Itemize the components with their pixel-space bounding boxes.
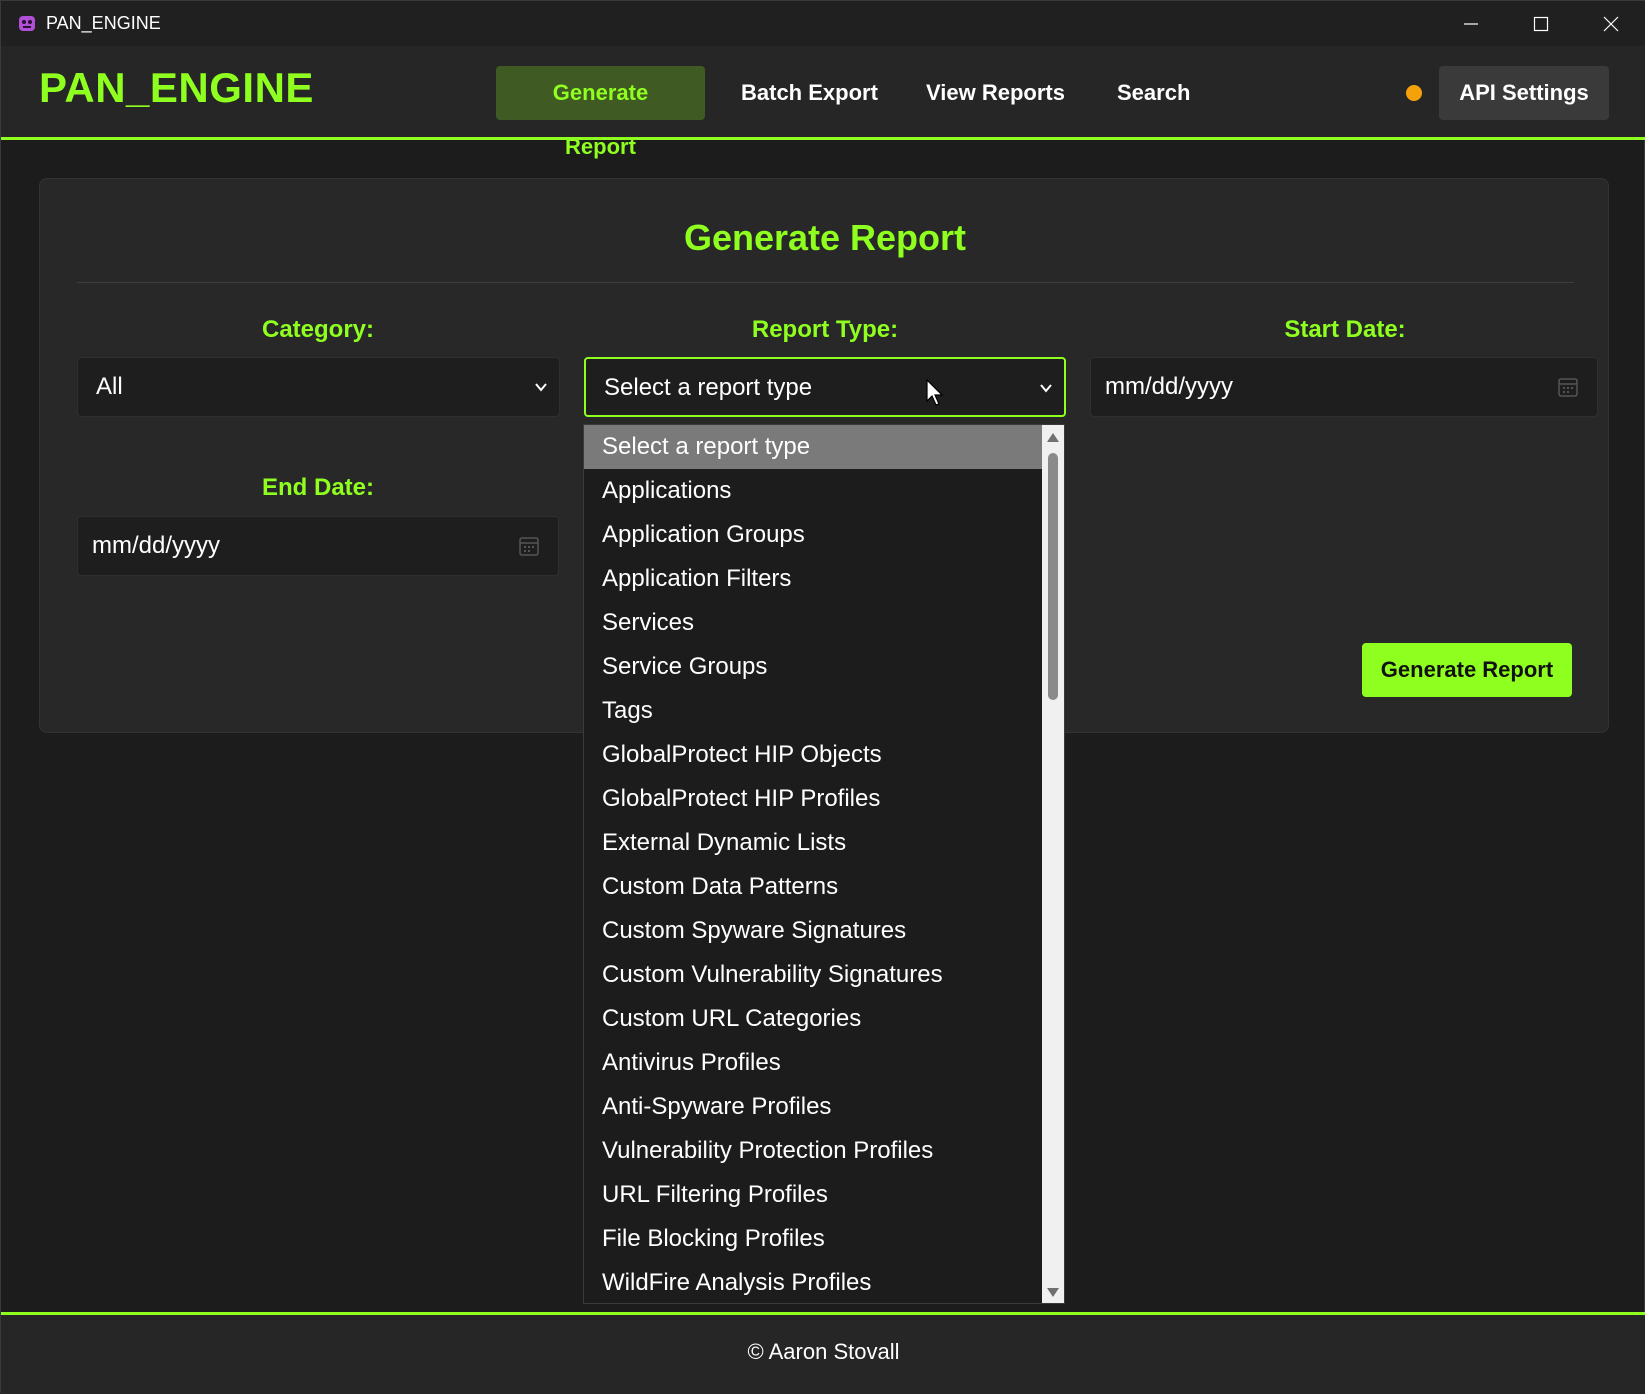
mouse-cursor-icon bbox=[926, 379, 944, 406]
dropdown-option[interactable]: Anti-Spyware Profiles bbox=[584, 1085, 1064, 1129]
dropdown-option[interactable]: GlobalProtect HIP Objects bbox=[584, 733, 1064, 777]
app-header: PAN_ENGINE Generate Report Batch Export … bbox=[1, 46, 1645, 159]
dropdown-option[interactable]: Antivirus Profiles bbox=[584, 1041, 1064, 1085]
dropdown-option[interactable]: Application Groups bbox=[584, 513, 1064, 557]
app-window: PAN_ENGINE PAN_ENGINE Generate Report Ba… bbox=[0, 0, 1645, 1394]
start-date-label: Start Date: bbox=[1284, 316, 1406, 343]
end-date-label: End Date: bbox=[261, 474, 374, 501]
maximize-button[interactable] bbox=[1506, 1, 1576, 46]
generate-report-button[interactable]: Generate Report bbox=[1362, 643, 1572, 697]
dropdown-option[interactable]: Vulnerability Protection Profiles bbox=[584, 1129, 1064, 1173]
dropdown-option[interactable]: WildFire Analysis Profiles bbox=[584, 1261, 1064, 1303]
report-type-value: Select a report type bbox=[604, 374, 813, 401]
nav-search[interactable]: Search bbox=[1093, 66, 1214, 120]
scrollbar-thumb[interactable] bbox=[1048, 453, 1058, 700]
app-footer: © Aaron Stovall bbox=[1, 1312, 1645, 1394]
minimize-icon bbox=[1464, 22, 1478, 25]
end-date-placeholder: mm/dd/yyyy bbox=[92, 532, 221, 559]
app-logo: PAN_ENGINE bbox=[39, 64, 314, 111]
dropdown-options: Select a report type Applications Applicat… bbox=[584, 425, 1064, 1303]
category-value: All bbox=[96, 373, 123, 400]
chevron-down-icon bbox=[1040, 384, 1052, 393]
chevron-down-icon bbox=[535, 383, 547, 392]
report-type-dropdown-list: Select a report type Applications Applicat… bbox=[583, 424, 1065, 1304]
calendar-icon[interactable] bbox=[1557, 376, 1579, 398]
report-type-label: Report Type: bbox=[751, 316, 899, 343]
end-date-input[interactable]: mm/dd/yyyy bbox=[77, 516, 559, 576]
dropdown-option[interactable]: Services bbox=[584, 601, 1064, 645]
window-title: PAN_ENGINE bbox=[46, 13, 161, 33]
dropdown-option[interactable]: Select a report type bbox=[584, 425, 1042, 469]
dropdown-option[interactable]: Service Groups bbox=[584, 645, 1064, 689]
dropdown-option[interactable]: Application Filters bbox=[584, 557, 1064, 601]
dropdown-option[interactable]: GlobalProtect HIP Profiles bbox=[584, 777, 1064, 821]
category-label: Category: bbox=[261, 316, 375, 343]
minimize-button[interactable] bbox=[1436, 1, 1506, 46]
dropdown-option[interactable]: URL Filtering Profiles bbox=[584, 1173, 1064, 1217]
app-icon bbox=[19, 16, 35, 31]
nav-generate-report[interactable]: Generate Report bbox=[496, 66, 705, 159]
dropdown-option[interactable]: Custom Data Patterns bbox=[584, 865, 1064, 909]
copyright-text: © Aaron Stovall bbox=[747, 1339, 900, 1364]
dropdown-scrollbar[interactable] bbox=[1042, 425, 1064, 1303]
dropdown-option[interactable]: Custom Vulnerability Signatures bbox=[584, 953, 1064, 997]
start-date-placeholder: mm/dd/yyyy bbox=[1105, 373, 1234, 400]
close-icon bbox=[1603, 16, 1619, 31]
dropdown-option[interactable]: Custom Spyware Signatures bbox=[584, 909, 1064, 953]
calendar-icon[interactable] bbox=[518, 535, 540, 557]
form-title: Generate Report bbox=[683, 217, 967, 258]
dropdown-option[interactable]: Custom URL Categories bbox=[584, 997, 1064, 1041]
dropdown-option[interactable]: Tags bbox=[584, 689, 1064, 733]
report-type-select[interactable]: Select a report type bbox=[584, 357, 1066, 417]
maximize-icon bbox=[1533, 16, 1549, 31]
close-button[interactable] bbox=[1576, 1, 1645, 46]
dropdown-option[interactable]: External Dynamic Lists bbox=[584, 821, 1064, 865]
dropdown-option[interactable]: Applications bbox=[584, 469, 1064, 513]
start-date-input[interactable]: mm/dd/yyyy bbox=[1090, 357, 1598, 417]
api-settings-button[interactable]: API Settings bbox=[1439, 66, 1609, 120]
connection-status-indicator bbox=[1406, 85, 1422, 101]
divider bbox=[77, 282, 1574, 283]
nav-batch-export[interactable]: Batch Export bbox=[717, 66, 902, 120]
category-select[interactable]: All bbox=[77, 357, 560, 417]
nav-view-reports[interactable]: View Reports bbox=[902, 66, 1089, 120]
dropdown-option[interactable]: File Blocking Profiles bbox=[584, 1217, 1064, 1261]
scroll-up-arrow-icon[interactable] bbox=[1046, 431, 1060, 443]
scroll-down-arrow-icon[interactable] bbox=[1046, 1287, 1060, 1299]
title-bar: PAN_ENGINE bbox=[1, 1, 1645, 46]
